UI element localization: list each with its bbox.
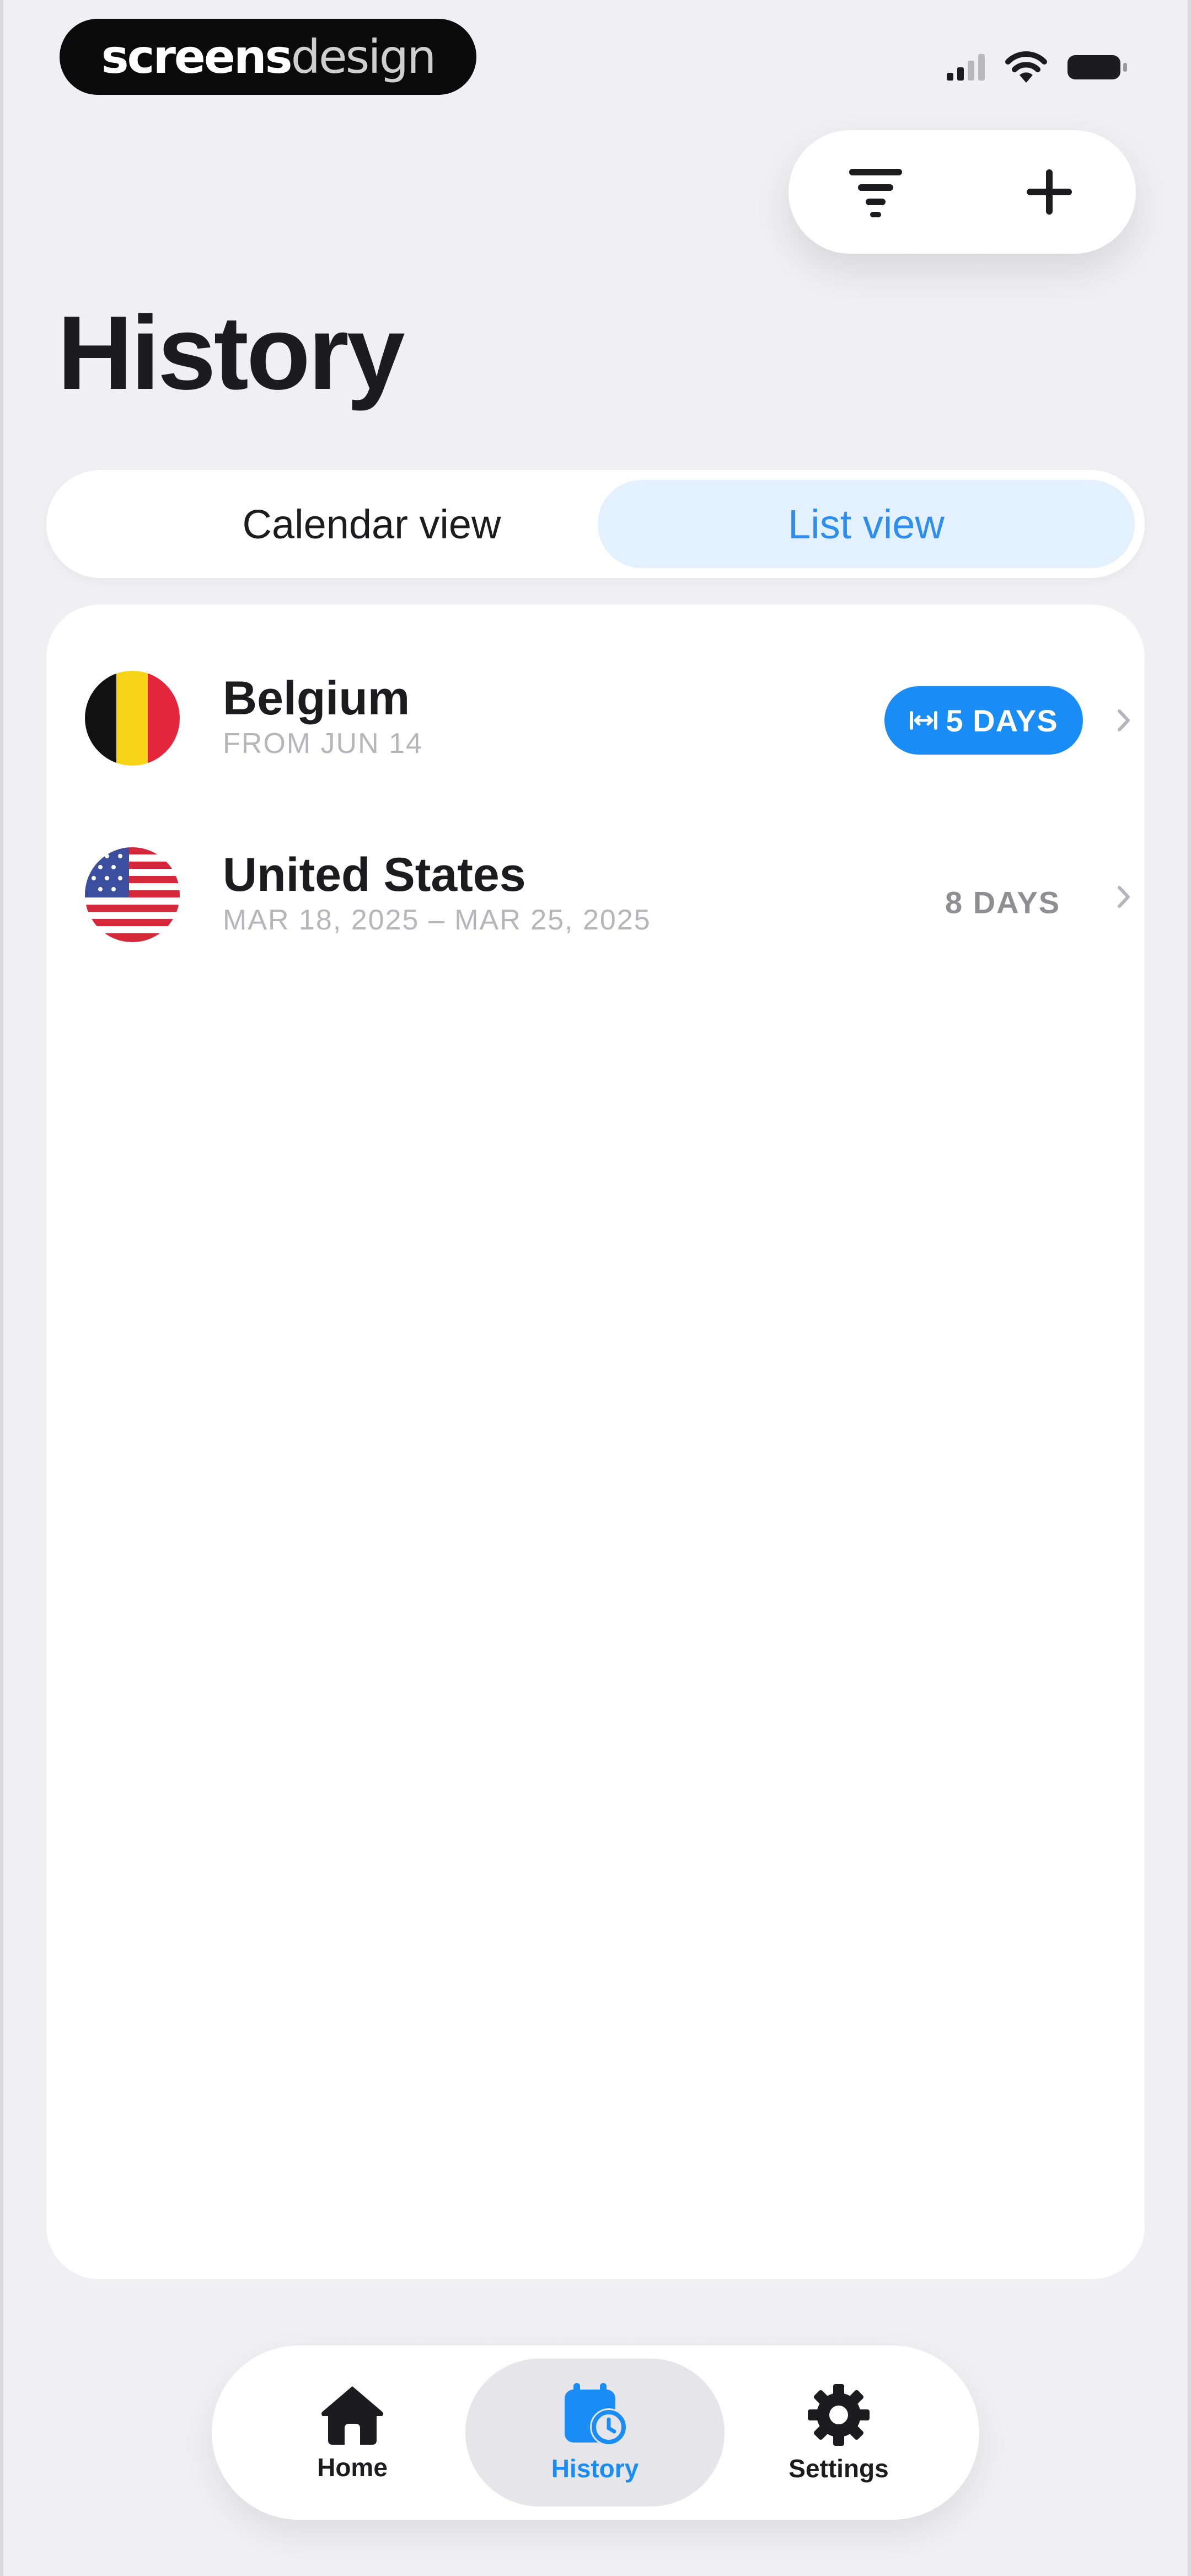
toolbar-actions [788,130,1136,254]
filter-button[interactable] [826,142,925,242]
history-screen: screens design History Calendar view Lis… [0,0,1191,2576]
chevron-right-icon [1113,704,1135,737]
tab-home[interactable]: Home [223,2359,482,2506]
status-icons [947,45,1127,89]
trip-dates: MAR 18, 2025 – MAR 25, 2025 [223,904,651,936]
brand-word-bold: screens [101,30,293,84]
wifi-icon [1005,51,1047,83]
tab-settings-label: Settings [788,2454,889,2483]
device-edge-left [0,0,3,2576]
trip-country: United States [223,848,526,901]
trip-duration: 8 DAYS [945,885,1061,920]
trip-list: Belgium FROM JUN 14 5 DAYS United States… [46,605,1145,2279]
add-button[interactable] [1000,142,1099,242]
trip-country: Belgium [223,672,410,725]
tab-home-label: Home [317,2453,388,2482]
list-view-tab[interactable]: List view [598,480,1135,568]
list-item[interactable]: United States MAR 18, 2025 – MAR 25, 202… [85,836,1149,974]
page-title: History [57,295,405,411]
list-item[interactable]: Belgium FROM JUN 14 5 DAYS [85,660,1149,798]
battery-icon [1067,55,1127,79]
tab-settings[interactable]: Settings [709,2359,968,2506]
cellular-signal-icon [947,54,985,81]
brand-watermark: screens design [60,19,476,95]
home-icon [321,2386,383,2445]
chevron-right-icon [1113,880,1135,913]
calendar-view-tab[interactable]: Calendar view [101,480,642,568]
trip-dates: FROM JUN 14 [223,728,423,760]
gear-icon [808,2384,870,2446]
usa-flag-icon [85,847,180,942]
plus-icon [1026,169,1072,215]
device-edge-right [1188,0,1191,2576]
belgium-flag-icon [85,671,180,766]
brand-word-light: design [291,30,437,84]
trip-duration: 5 DAYS [946,703,1058,738]
in-progress-icon [910,711,938,730]
tab-history[interactable]: History [465,2359,725,2506]
bottom-tab-bar: Home History Settings [212,2345,979,2520]
tab-history-label: History [551,2454,639,2483]
filter-icon [849,169,902,217]
trip-duration-badge: 5 DAYS [884,686,1083,755]
view-switch: Calendar view List view [46,470,1145,578]
calendar-history-icon [565,2383,627,2446]
